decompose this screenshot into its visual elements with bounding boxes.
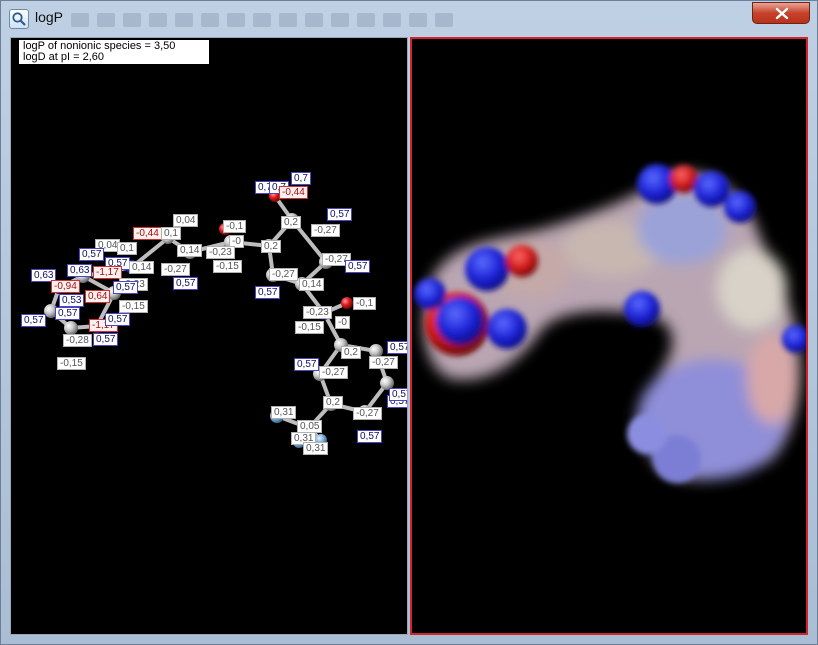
atom-label: 0,63 <box>67 264 93 277</box>
atom-label: -0 <box>335 316 350 329</box>
atom-label: -0,23 <box>206 246 235 259</box>
atom-label: 0,7 <box>291 172 311 185</box>
search-molecule-icon <box>9 9 29 29</box>
atom-label: -0,15 <box>57 357 86 370</box>
atom-label: -0,1 <box>353 297 377 310</box>
atom-label: 0,2 <box>281 216 301 229</box>
atom-label: 0,14 <box>177 244 203 257</box>
atom-label: -0,15 <box>213 260 242 273</box>
atom-label: 0,64 <box>85 290 111 303</box>
atom-label: 0,53 <box>59 294 85 307</box>
atom-label: 0,57 <box>93 333 119 346</box>
atom-label: 0,57 <box>55 307 81 320</box>
atom-label: 0,57 <box>255 286 281 299</box>
atom-label: 0,57 <box>345 260 371 273</box>
atom-label: 0,57 <box>294 358 320 371</box>
window-title: logP <box>35 9 64 25</box>
atom-label: 0,57 <box>113 281 139 294</box>
logp-info-box: logP of nonionic species = 3,50 logD at … <box>19 40 209 64</box>
atom-label: -0,23 <box>303 306 332 319</box>
atom-label: 0,2 <box>261 240 281 253</box>
lipophilicity-surface-viewer[interactable] <box>410 37 808 635</box>
atomic-logp-viewer[interactable]: logP of nonionic species = 3,50 logD at … <box>10 37 408 635</box>
atom-label: 0,14 <box>129 261 155 274</box>
atom-label: 0,57 <box>79 248 105 261</box>
atom-label: -0,27 <box>369 356 398 369</box>
atom-label: -0,44 <box>133 227 162 240</box>
atom-label: -1,17 <box>93 266 122 279</box>
atom-label: 0,31 <box>303 442 329 455</box>
atom-label: 0,14 <box>299 278 325 291</box>
atom-label: 0,04 <box>173 214 199 227</box>
atom-label: 0,57 <box>357 430 383 443</box>
atom-label: -0,27 <box>353 407 382 420</box>
close-button[interactable] <box>752 2 810 24</box>
logp-window: logP logP of nonionic species = 3,50 log… <box>0 0 818 645</box>
atom-label: 0,57 <box>387 341 407 354</box>
close-icon <box>775 7 789 20</box>
molecular-surface <box>414 164 806 483</box>
atom-label: -0,15 <box>295 321 324 334</box>
atom-label: -0,15 <box>119 300 148 313</box>
atom-label: -0,27 <box>311 224 340 237</box>
atom-label: -0,27 <box>269 268 298 281</box>
atom-label: 0,1 <box>161 227 181 240</box>
atom-label: 0,1 <box>117 242 137 255</box>
atom-label: 0,57 <box>21 314 47 327</box>
atom-label: 0,57 <box>327 208 353 221</box>
title-bar[interactable]: logP <box>1 1 817 37</box>
logd-pi-text: logD at pI = 2,60 <box>23 51 105 63</box>
background-toolbar <box>71 7 751 33</box>
atom-label: 0,31 <box>271 406 297 419</box>
atom-label: -0,1 <box>223 220 247 233</box>
atom-label: 0,2 <box>323 396 343 409</box>
atom-label: 0,57 <box>105 313 131 326</box>
atom-label: -0,28 <box>63 334 92 347</box>
atom-label: -0,27 <box>161 263 190 276</box>
atom-label: -0,94 <box>51 280 80 293</box>
atom-label: -0,44 <box>279 186 308 199</box>
atom-label: 0,2 <box>341 346 361 359</box>
atom-label: -0,27 <box>319 366 348 379</box>
atom-label: 0,57 <box>389 388 407 401</box>
atom-label: 0,57 <box>173 277 199 290</box>
